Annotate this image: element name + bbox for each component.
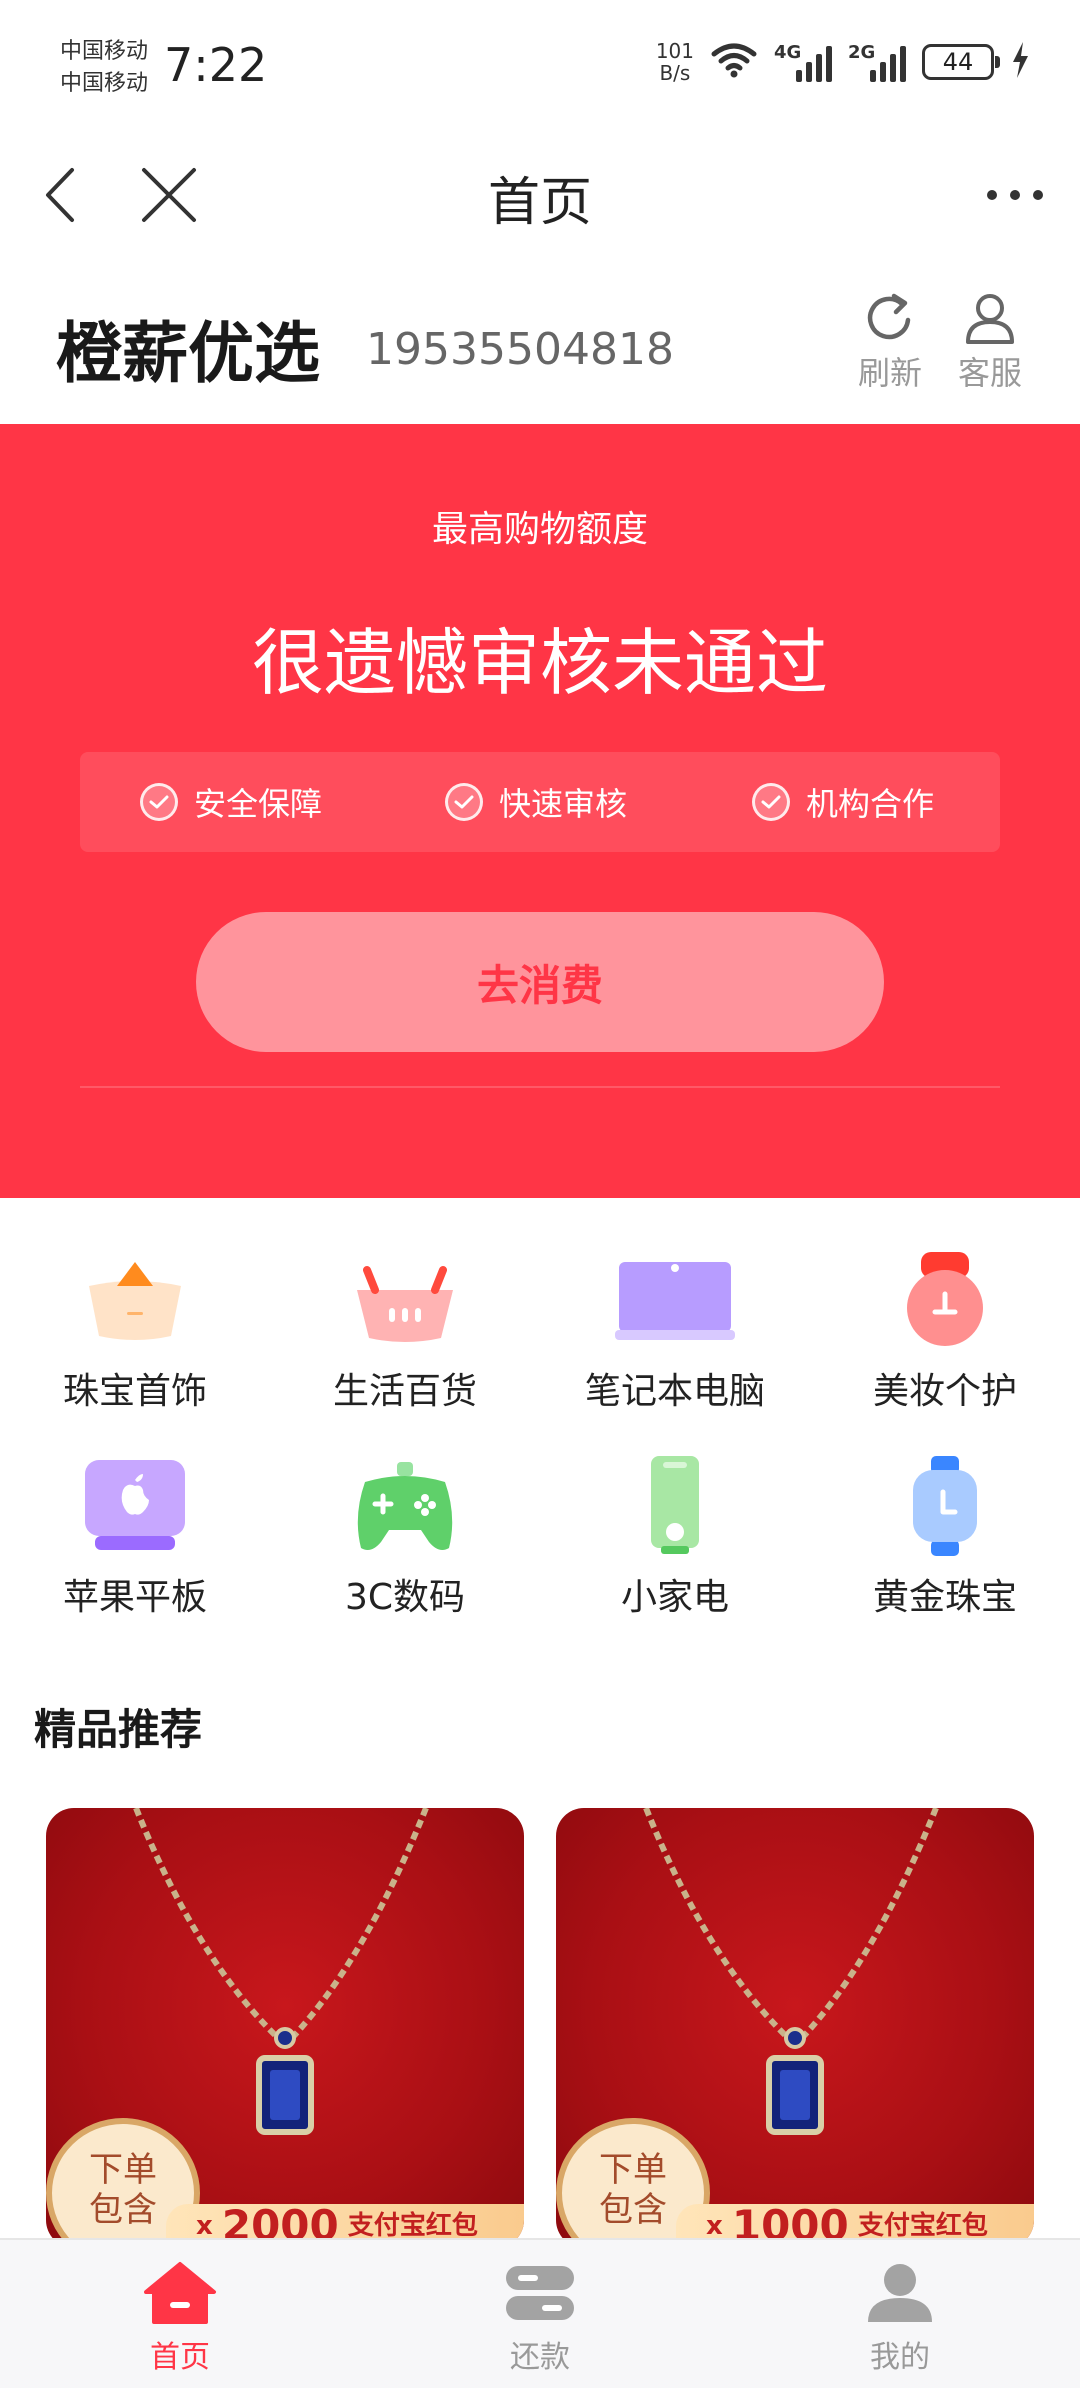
refresh-icon xyxy=(867,293,911,340)
category-small-appliance[interactable]: 小家电 xyxy=(540,1456,810,1620)
charging-icon xyxy=(1010,40,1030,84)
watch-icon xyxy=(885,1456,1005,1556)
speed-unit: B/s xyxy=(659,61,691,85)
category-gold-jewelry[interactable]: 黄金珠宝 xyxy=(810,1456,1080,1620)
category-label: 苹果平板 xyxy=(62,1577,207,1618)
banner-divider xyxy=(80,1086,1000,1088)
ribbon-prefix: x xyxy=(196,2211,213,2241)
check-circle-icon xyxy=(140,783,178,821)
home-icon xyxy=(144,2262,216,2324)
tab-label: 首页 xyxy=(150,2340,210,2375)
refresh-label: 刷新 xyxy=(857,354,922,392)
carrier-info: 中国移动 中国移动 xyxy=(60,36,148,100)
category-grid: 珠宝首饰 生活百货 笔记本电脑 美妆个护 苹果平板 3C数码 小家电 黄金珠宝 xyxy=(0,1250,1080,1618)
user-icon xyxy=(868,2264,932,2322)
ribbon-text: 支付宝红包 xyxy=(347,2211,478,2241)
tab-repay[interactable]: 还款 xyxy=(440,2260,640,2376)
brand-name: 橙薪优选 xyxy=(56,315,320,392)
carrier-1: 中国移动 xyxy=(60,39,149,64)
category-label: 3C数码 xyxy=(344,1577,466,1618)
more-dots-icon xyxy=(987,190,1043,200)
feature-label: 安全保障 xyxy=(194,785,323,823)
shopping-basket-icon xyxy=(345,1250,465,1350)
feature-label: 快速审核 xyxy=(499,785,628,823)
customer-service-icon xyxy=(966,294,1014,344)
feature-label: 机构合作 xyxy=(806,785,935,823)
apple-tablet-icon xyxy=(75,1456,195,1556)
category-label: 笔记本电脑 xyxy=(584,1371,765,1412)
wifi-icon xyxy=(710,40,758,84)
net-type-2: 2G xyxy=(848,42,876,63)
gold-ingot-icon xyxy=(75,1250,195,1350)
feature-item: 快速审核 xyxy=(445,752,627,852)
cosmetics-icon xyxy=(885,1250,1005,1350)
clock: 7:22 xyxy=(164,38,268,92)
refresh-button[interactable]: 刷新 xyxy=(850,290,930,394)
bottom-tab-bar: 首页 还款 我的 xyxy=(0,2238,1080,2388)
category-jewelry[interactable]: 珠宝首饰 xyxy=(0,1250,270,1414)
page-title: 首页 xyxy=(487,173,592,233)
customer-service-button[interactable]: 客服 xyxy=(950,290,1030,394)
category-beauty[interactable]: 美妆个护 xyxy=(810,1250,1080,1414)
badge-line-1: 下单 xyxy=(599,2150,667,2190)
category-apple-tablet[interactable]: 苹果平板 xyxy=(0,1456,270,1620)
small-appliance-icon xyxy=(615,1456,735,1556)
section-title: 精品推荐 xyxy=(34,1705,203,1754)
user-phone: 19535504818 xyxy=(366,324,674,375)
check-circle-icon xyxy=(752,783,790,821)
banner-subtitle: 最高购物额度 xyxy=(431,509,648,550)
tab-label: 我的 xyxy=(870,2340,930,2375)
feature-item: 机构合作 xyxy=(752,752,934,852)
tab-mine[interactable]: 我的 xyxy=(800,2260,1000,2376)
battery-icon: 44 xyxy=(922,44,1000,80)
gamepad-icon xyxy=(345,1456,465,1556)
ribbon-text: 支付宝红包 xyxy=(857,2211,988,2241)
badge-line-1: 下单 xyxy=(89,2150,157,2190)
service-label: 客服 xyxy=(957,354,1022,392)
tab-label: 还款 xyxy=(510,2340,570,2375)
signal-2g-icon: 2G xyxy=(848,42,906,82)
product-card[interactable]: 下单 包含 x 2000 支付宝红包 xyxy=(46,1808,524,2248)
tab-home[interactable]: 首页 xyxy=(80,2260,280,2376)
banner-message: 很遗憾审核未通过 xyxy=(251,621,828,705)
top-nav: 首页 xyxy=(0,130,1080,260)
category-label: 小家电 xyxy=(620,1577,729,1618)
feature-item: 安全保障 xyxy=(140,752,322,852)
category-daily-goods[interactable]: 生活百货 xyxy=(270,1250,540,1414)
credit-banner: 最高购物额度 很遗憾审核未通过 安全保障 快速审核 机构合作 去消费 xyxy=(0,424,1080,1198)
brand-header: 橙薪优选 19535504818 刷新 客服 xyxy=(0,290,1080,420)
status-bar: 中国移动 中国移动 7:22 101 B/s 4G 2G 44 xyxy=(0,0,1080,130)
network-speed: 101 B/s xyxy=(656,40,694,84)
check-circle-icon xyxy=(445,783,483,821)
net-type-1: 4G xyxy=(774,42,802,63)
category-3c-digital[interactable]: 3C数码 xyxy=(270,1456,540,1620)
product-card[interactable]: 下单 包含 x 1000 支付宝红包 xyxy=(556,1808,1034,2248)
speed-value: 101 xyxy=(655,39,694,63)
signal-4g-icon: 4G xyxy=(774,42,832,82)
feature-bar: 安全保障 快速审核 机构合作 xyxy=(80,752,1000,852)
category-label: 珠宝首饰 xyxy=(62,1371,207,1412)
ribbon-prefix: x xyxy=(706,2211,723,2241)
category-laptop[interactable]: 笔记本电脑 xyxy=(540,1250,810,1414)
laptop-icon xyxy=(615,1250,735,1350)
repay-icon xyxy=(506,2266,574,2320)
category-label: 生活百货 xyxy=(332,1371,477,1412)
more-button[interactable] xyxy=(980,160,1050,230)
category-label: 美妆个护 xyxy=(872,1371,1017,1412)
category-label: 黄金珠宝 xyxy=(872,1577,1017,1618)
carrier-2: 中国移动 xyxy=(60,71,149,96)
go-shopping-button[interactable]: 去消费 xyxy=(196,912,884,1052)
